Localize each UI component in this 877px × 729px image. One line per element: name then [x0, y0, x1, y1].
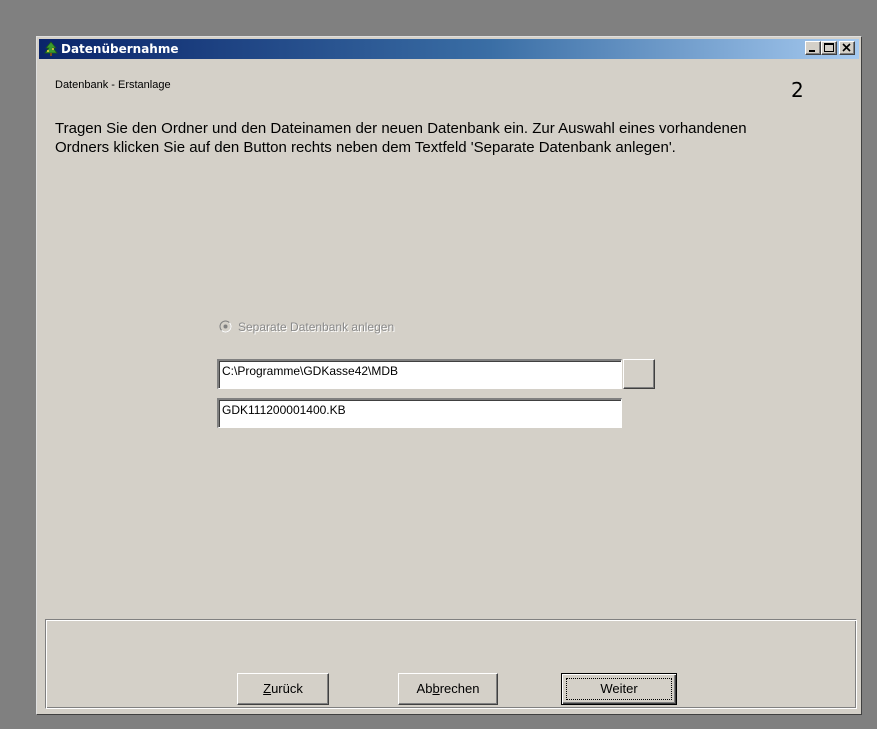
instruction-text: Tragen Sie den Ordner und den Dateinamen…: [55, 120, 747, 156]
back-button[interactable]: Zurück: [237, 673, 329, 705]
radio-button[interactable]: [219, 320, 232, 333]
step-number: 2: [791, 78, 804, 102]
cancel-button[interactable]: Abbrechen: [398, 673, 498, 705]
wizard-window: Datenübernahme Datenbank - Erstanlage 2 …: [36, 36, 862, 715]
cancel-label-after: rechen: [439, 681, 480, 696]
page-subtitle: Datenbank - Erstanlage: [55, 79, 171, 91]
minimize-button[interactable]: [805, 41, 821, 55]
radio-selected-icon: [219, 320, 232, 333]
browse-folder-button[interactable]: [623, 359, 655, 389]
radio-label: Separate Datenbank anlegen: [238, 320, 395, 334]
maximize-button[interactable]: [821, 41, 837, 55]
database-filename-field[interactable]: GDK111200001400.KB: [217, 398, 622, 428]
cancel-label-mnemonic: b: [432, 681, 440, 696]
app-tree-icon: [43, 41, 59, 57]
back-label-after: urück: [271, 681, 303, 696]
close-icon: [842, 43, 851, 52]
folder-path-field[interactable]: C:\Programme\GDKasse42\MDB: [217, 359, 622, 389]
next-button[interactable]: Weiter: [561, 673, 677, 705]
minimize-icon: [809, 50, 815, 52]
next-label: Weiter: [566, 678, 672, 700]
title-bar[interactable]: Datenübernahme: [39, 39, 859, 59]
cancel-label-before: Ab: [416, 681, 433, 696]
window-title: Datenübernahme: [61, 42, 179, 56]
close-button[interactable]: [839, 41, 855, 55]
maximize-icon: [824, 43, 834, 52]
back-label-mnemonic: Z: [263, 681, 272, 696]
